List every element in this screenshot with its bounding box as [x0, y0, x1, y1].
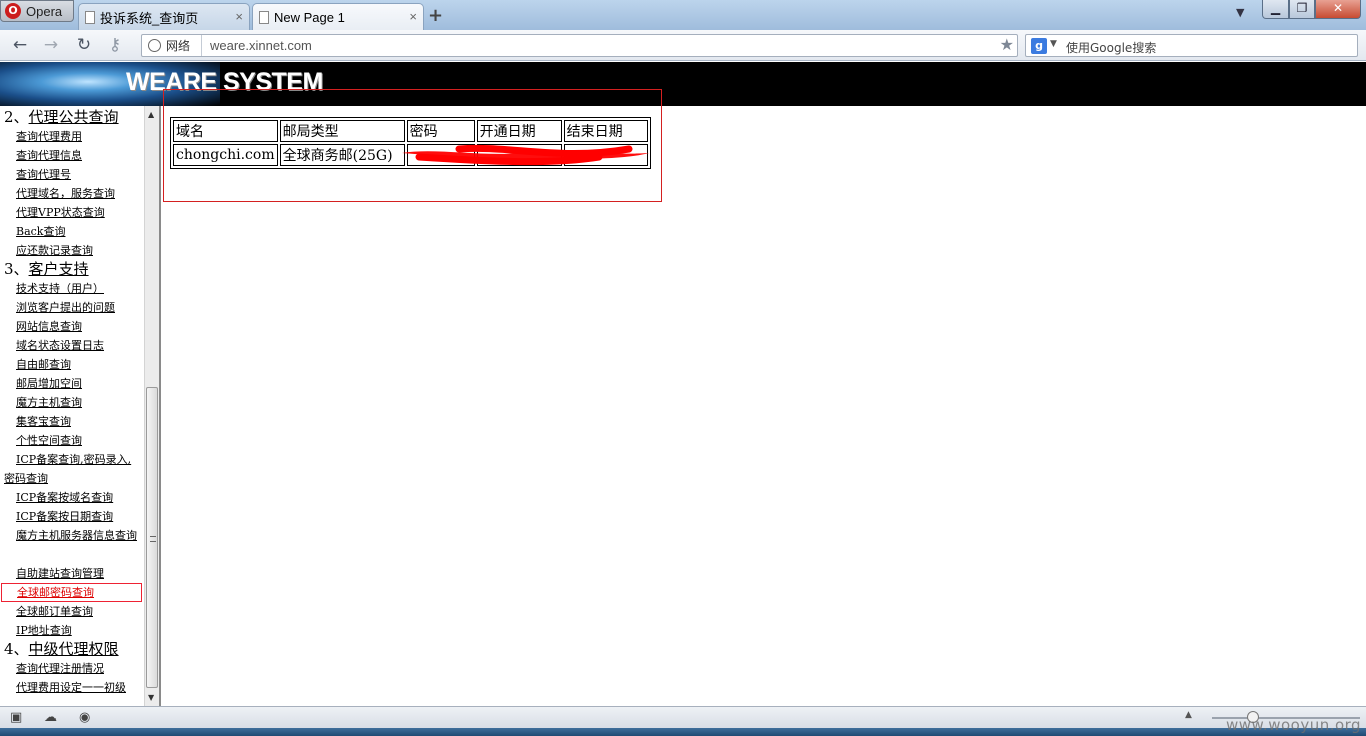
sidebar-menu-link[interactable]: 查询代理费用 — [0, 127, 142, 146]
site-info-button[interactable]: 网络 — [142, 35, 202, 56]
column-header: 域名 — [173, 120, 278, 142]
maximize-button[interactable]: ❐ — [1289, 0, 1315, 19]
sidebar-menu-link[interactable]: 魔方主机服务器信息查询 — [0, 526, 142, 564]
bookmark-star-icon[interactable]: ★ — [1000, 35, 1014, 54]
sidebar-menu-link[interactable]: ICP备案按日期查询 — [0, 507, 142, 526]
search-box[interactable]: g ▼ 使用Google搜索 — [1025, 34, 1358, 57]
tab-new-page[interactable]: New Page 1 × — [252, 3, 424, 30]
address-bar[interactable]: 网络 weare.xinnet.com ★ — [141, 34, 1018, 57]
column-header: 邮局类型 — [279, 120, 405, 142]
section-number: 4、 — [4, 640, 29, 658]
scroll-down-icon[interactable]: ▼ — [148, 693, 154, 702]
browser-titlebar: O Opera 投诉系统_查询页 × New Page 1 × + ▼ ▁ ❐ … — [0, 0, 1366, 30]
back-arrow-icon[interactable]: ← — [9, 35, 31, 55]
sidebar-menu-link[interactable]: 查询代理注册情况 — [0, 659, 142, 678]
navigation-bar: ← → ↻ ⚷ 网络 weare.xinnet.com ★ g ▼ 使用Goog… — [0, 30, 1366, 61]
unite-icon[interactable]: ◉ — [79, 710, 90, 725]
table-cell-mail-type: 全球商务邮(25G) — [279, 144, 405, 166]
tab-menu-icon[interactable]: ▼ — [1236, 6, 1244, 19]
scroll-up-icon[interactable]: ▲ — [148, 110, 154, 119]
sidebar-menu-link[interactable]: 查询代理号 — [0, 165, 142, 184]
sidebar-menu-link[interactable]: 代理费用设定一一初级 — [0, 678, 142, 697]
cloud-icon[interactable]: ☁ — [44, 710, 57, 725]
tab-title: 投诉系统_查询页 — [100, 10, 199, 26]
panel-toggle-icon[interactable]: ▣ — [10, 710, 22, 725]
sidebar-menu-link[interactable]: 自由邮查询 — [0, 355, 142, 374]
redaction-scribble — [402, 144, 649, 166]
sidebar-menu-link[interactable]: 技术支持（用户） — [0, 279, 142, 298]
grip-icon — [150, 536, 156, 542]
sidebar-menu-link[interactable]: 代理域名，服务查询 — [0, 184, 142, 203]
status-bar: ▣ ☁ ◉ ▲ — [0, 706, 1366, 728]
site-info-label: 网络 — [166, 39, 191, 53]
opera-menu-label: Opera — [26, 3, 63, 19]
sidebar-menu-link[interactable]: 代理VPP状态查询 — [0, 203, 142, 222]
column-header: 密码 — [406, 120, 475, 142]
sidebar-menu-link[interactable]: 查询代理信息 — [0, 146, 142, 165]
opera-logo-icon: O — [5, 3, 21, 19]
sidebar-menu-link[interactable]: 魔方主机查询 — [0, 393, 142, 412]
sidebar-menu-link[interactable]: IP地址查询 — [0, 621, 142, 640]
menu-list: 2、代理公共查询 查询代理费用 查询代理信息 查询代理号 代理域名，服务查询 代理VPP状… — [0, 108, 142, 697]
sidebar-menu-link[interactable]: ICP备案按域名查询 — [0, 488, 142, 507]
reload-icon[interactable]: ↻ — [73, 35, 95, 55]
watermark: www.wooyun.org — [1226, 716, 1362, 734]
sidebar-menu-link[interactable]: 域名状态设置日志 — [0, 336, 142, 355]
sidebar-section-heading: 4、中级代理权限 — [0, 640, 142, 659]
tab-title: New Page 1 — [274, 9, 345, 25]
section-title[interactable]: 客户支持 — [29, 260, 89, 278]
close-tab-icon[interactable]: × — [409, 9, 417, 24]
sidebar-menu: 2、代理公共查询 查询代理费用 查询代理信息 查询代理号 代理域名，服务查询 代理VPP状… — [0, 106, 161, 706]
section-title[interactable]: 中级代理权限 — [29, 640, 119, 658]
chevron-down-icon[interactable]: ▼ — [1050, 39, 1057, 49]
section-number: 3、 — [4, 260, 29, 278]
sidebar-menu-link[interactable]: 网站信息查询 — [0, 317, 142, 336]
page-icon — [259, 10, 269, 24]
os-taskbar — [0, 728, 1366, 736]
page-icon — [85, 10, 95, 24]
section-number: 2、 — [4, 108, 29, 126]
column-header: 结束日期 — [563, 120, 648, 142]
sidebar-section-heading: 2、代理公共查询 — [0, 108, 142, 127]
scroll-thumb[interactable] — [146, 387, 158, 688]
sidebar-menu-link[interactable]: 应还款记录查询 — [0, 241, 142, 260]
url-text[interactable]: weare.xinnet.com — [210, 38, 312, 53]
google-icon[interactable]: g — [1031, 38, 1047, 54]
search-input[interactable]: 使用Google搜索 — [1066, 39, 1156, 56]
sidebar-menu-link[interactable]: 浏览客户提出的问题 — [0, 298, 142, 317]
close-window-button[interactable]: ✕ — [1315, 0, 1361, 19]
globe-icon — [148, 39, 161, 52]
table-header-row: 域名 邮局类型 密码 开通日期 结束日期 — [173, 120, 648, 142]
sidebar-menu-link[interactable]: 全球邮订单查询 — [0, 602, 142, 621]
sidebar-menu-link[interactable]: 邮局增加空间 — [0, 374, 142, 393]
close-tab-icon[interactable]: × — [235, 9, 243, 24]
minimize-button[interactable]: ▁ — [1262, 0, 1289, 19]
tab-complaint-query[interactable]: 投诉系统_查询页 × — [78, 3, 250, 30]
table-cell-domain: chongchi.com — [173, 144, 278, 166]
column-header: 开通日期 — [476, 120, 562, 142]
sidebar-section-heading: 3、客户支持 — [0, 260, 142, 279]
sidebar-menu-link[interactable]: 个性空间查询 — [0, 431, 142, 450]
sidebar-scrollbar[interactable]: ▲ ▼ — [144, 106, 159, 706]
forward-arrow-icon[interactable]: → — [40, 35, 62, 55]
key-icon[interactable]: ⚷ — [104, 35, 126, 55]
section-title[interactable]: 代理公共查询 — [29, 108, 119, 126]
sidebar-menu-link[interactable]: 自助建站查询管理 — [0, 564, 142, 583]
new-tab-button[interactable]: + — [428, 5, 443, 26]
sidebar-menu-link[interactable]: 全球邮密码查询 — [1, 583, 142, 602]
sidebar-menu-link[interactable]: 集客宝查询 — [0, 412, 142, 431]
sidebar-menu-link[interactable]: ICP备案查询,密码录入,密码查询 — [0, 450, 142, 488]
sidebar-menu-link[interactable]: Back查询 — [0, 222, 142, 241]
zoom-arrow-icon[interactable]: ▲ — [1185, 710, 1192, 720]
opera-menu-button[interactable]: O Opera — [0, 0, 74, 22]
